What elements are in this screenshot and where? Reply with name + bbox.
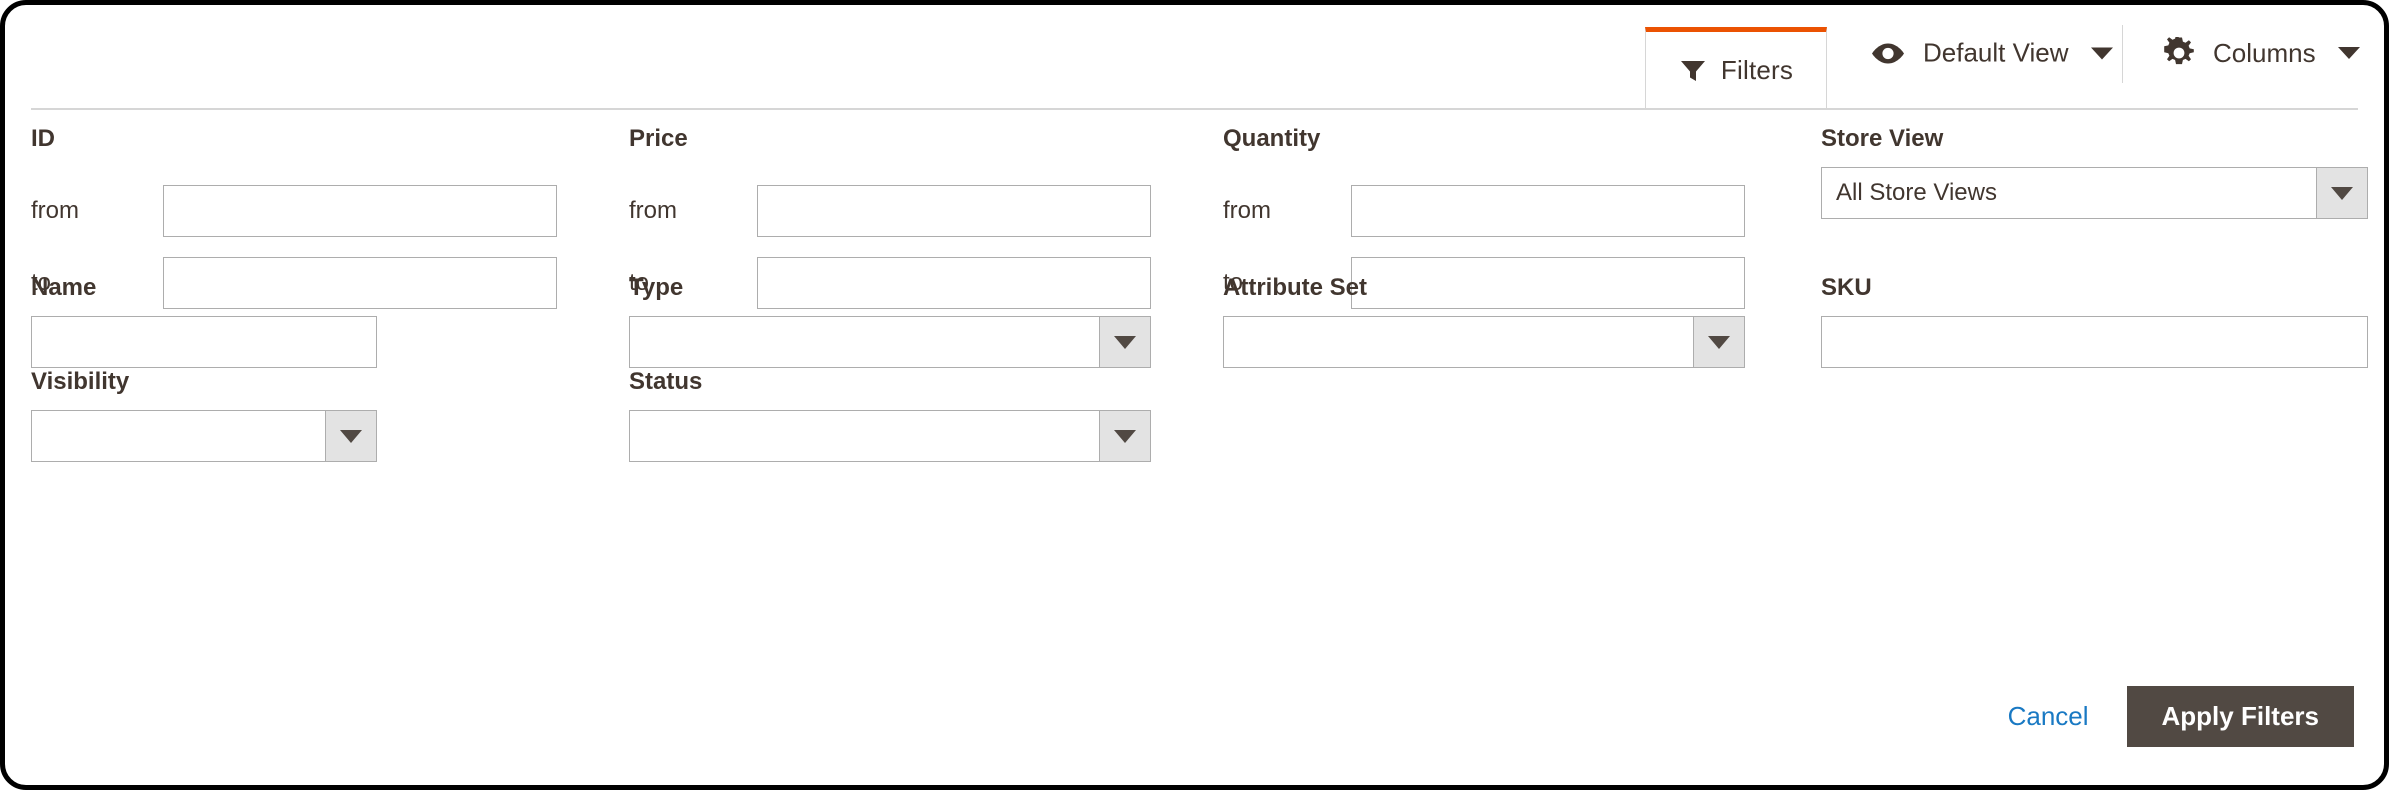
filter-label-store-view: Store View	[1821, 125, 1944, 152]
filter-price-from-row: from	[629, 185, 1151, 237]
filter-name-input[interactable]	[31, 316, 377, 368]
filter-id-from-input[interactable]	[163, 185, 557, 237]
apply-filters-button[interactable]: Apply Filters	[2126, 686, 2354, 747]
filter-quantity-from-row: from	[1223, 185, 1745, 237]
filter-attribute-set-dropdown-button[interactable]	[1693, 317, 1744, 367]
filter-actions: Cancel Apply Filters	[1998, 686, 2354, 747]
filter-price-from-input[interactable]	[757, 185, 1151, 237]
gear-icon	[2163, 37, 2195, 69]
filter-visibility-dropdown-button[interactable]	[325, 411, 376, 461]
funnel-icon	[1679, 57, 1707, 85]
filter-quantity-from-input[interactable]	[1351, 185, 1745, 237]
filter-label-quantity: Quantity	[1223, 125, 1321, 152]
filter-type-select[interactable]	[629, 316, 1151, 368]
filter-sku-input[interactable]	[1821, 316, 2368, 368]
filter-label-name: Name	[31, 274, 97, 301]
filter-field-visibility: Visibility	[31, 370, 377, 462]
cancel-button[interactable]: Cancel	[1998, 701, 2099, 732]
toolbar-divider	[2122, 25, 2123, 83]
filter-field-status: Status	[629, 370, 1151, 462]
filter-field-name: Name	[31, 276, 377, 368]
filter-field-attribute-set: Attribute Set	[1223, 276, 1745, 368]
chevron-down-icon	[2090, 47, 2113, 59]
chevron-down-icon	[340, 429, 362, 443]
filter-type-dropdown-button[interactable]	[1099, 317, 1150, 367]
filter-store-view-select[interactable]: All Store Views	[1821, 167, 2368, 219]
chevron-down-icon	[1708, 335, 1730, 349]
filters-form: ID from to Name Visibility Price from to…	[5, 109, 2384, 785]
default-view-label: Default View	[1923, 37, 2069, 68]
filter-status-dropdown-button[interactable]	[1099, 411, 1150, 461]
filters-panel: Filters Default View Columns ID from to …	[0, 0, 2389, 790]
filter-label-status: Status	[629, 368, 703, 395]
chevron-down-icon	[1114, 335, 1136, 349]
filter-label-sku: SKU	[1821, 274, 1872, 301]
grid-toolbar: Filters Default View Columns	[5, 5, 2384, 110]
filter-store-view-value: All Store Views	[1836, 179, 1997, 206]
filter-label-price: Price	[629, 125, 688, 152]
default-view-selector[interactable]: Default View	[1871, 38, 2113, 69]
tab-filters-label: Filters	[1720, 55, 1794, 85]
chevron-down-icon	[2331, 186, 2353, 200]
filter-label-visibility: Visibility	[31, 368, 130, 395]
filter-field-store-view: Store View All Store Views	[1821, 127, 2368, 219]
filter-label-id: ID	[31, 125, 55, 152]
filter-quantity-from-label: from	[1223, 197, 1271, 224]
filter-status-select[interactable]	[629, 410, 1151, 462]
filter-id-from-label: from	[31, 197, 79, 224]
filter-label-attribute-set: Attribute Set	[1223, 274, 1367, 301]
filter-price-from-label: from	[629, 197, 677, 224]
filter-field-sku: SKU	[1821, 276, 2368, 368]
columns-selector[interactable]: Columns	[2163, 37, 2360, 69]
filter-id-from-row: from	[31, 185, 557, 237]
filter-field-type: Type	[629, 276, 1151, 368]
columns-label: Columns	[2213, 37, 2316, 68]
chevron-down-icon	[1114, 429, 1136, 443]
eye-icon	[1871, 42, 1905, 64]
tab-filters[interactable]: Filters	[1645, 27, 1827, 109]
chevron-down-icon	[2337, 47, 2360, 59]
filter-attribute-set-select[interactable]	[1223, 316, 1745, 368]
filter-label-type: Type	[629, 274, 684, 301]
filter-visibility-select[interactable]	[31, 410, 377, 462]
filter-store-view-dropdown-button[interactable]	[2316, 168, 2367, 218]
